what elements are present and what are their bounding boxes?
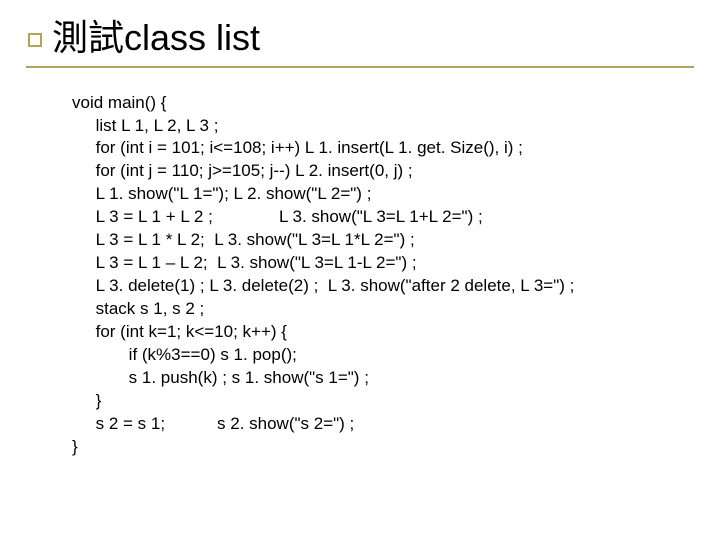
code-line: } <box>72 390 694 413</box>
code-line: if (k%3==0) s 1. pop(); <box>72 344 694 367</box>
slide-title: 測試class list <box>52 18 260 58</box>
code-line: s 2 = s 1; s 2. show("s 2=") ; <box>72 413 694 436</box>
code-block: void main() { list L 1, L 2, L 3 ; for (… <box>26 92 694 459</box>
code-line: stack s 1, s 2 ; <box>72 298 694 321</box>
code-line: L 1. show("L 1="); L 2. show("L 2=") ; <box>72 183 694 206</box>
title-rule <box>26 66 694 68</box>
code-line: L 3 = L 1 – L 2; L 3. show("L 3=L 1-L 2=… <box>72 252 694 275</box>
code-line: L 3 = L 1 * L 2; L 3. show("L 3=L 1*L 2=… <box>72 229 694 252</box>
code-line: L 3 = L 1 + L 2 ; L 3. show("L 3=L 1+L 2… <box>72 206 694 229</box>
slide: 測試class list void main() { list L 1, L 2… <box>0 0 720 540</box>
code-line: for (int k=1; k<=10; k++) { <box>72 321 694 344</box>
code-line: L 3. delete(1) ; L 3. delete(2) ; L 3. s… <box>72 275 694 298</box>
code-line: s 1. push(k) ; s 1. show("s 1=") ; <box>72 367 694 390</box>
code-line: void main() { <box>72 92 694 115</box>
title-row: 測試class list <box>26 18 694 58</box>
code-line: list L 1, L 2, L 3 ; <box>72 115 694 138</box>
code-line: } <box>72 436 694 459</box>
bullet-icon <box>28 33 42 47</box>
code-line: for (int i = 101; i<=108; i++) L 1. inse… <box>72 137 694 160</box>
code-line: for (int j = 110; j>=105; j--) L 2. inse… <box>72 160 694 183</box>
